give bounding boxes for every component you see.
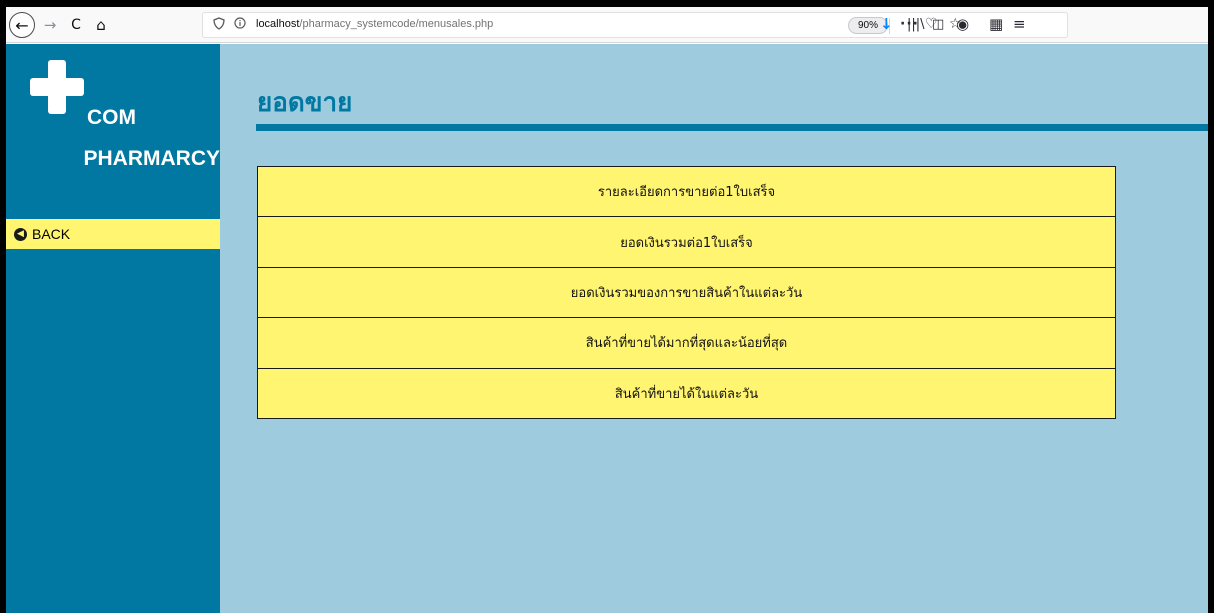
- url-text[interactable]: localhost/pharmacy_systemcode/menusales.…: [256, 18, 493, 30]
- main-content: ยอดขาย รายละเอียดการขายต่อ1ใบเสร็จ ยอดเง…: [220, 44, 1208, 613]
- title-divider: [256, 124, 1208, 131]
- sidebar-toggle-icon[interactable]: ◫: [932, 17, 944, 32]
- menu-item-daily-sales-total[interactable]: ยอดเงินรวมของการขายสินค้าในแต่ละวัน: [258, 267, 1115, 319]
- menu-item-receipt-details[interactable]: รายละเอียดการขายต่อ1ใบเสร็จ: [258, 167, 1115, 218]
- back-button[interactable]: ◀ BACK: [6, 219, 220, 249]
- tracking-shield-icon[interactable]: [213, 17, 225, 33]
- circle-arrow-left-icon: ◀: [14, 227, 27, 241]
- page-body: COM PHARMARCY ◀ BACK ยอดขาย รายละเอียดกา…: [6, 44, 1208, 613]
- brand-line-1: COM: [87, 106, 136, 129]
- menu-item-daily-products-sold[interactable]: สินค้าที่ขายได้ในแต่ละวัน: [258, 368, 1115, 419]
- extensions-icon[interactable]: ▦: [989, 15, 1003, 33]
- browser-toolbar: ← → C ⌂ localhost/pharmacy_systemcode/me…: [6, 7, 1208, 43]
- sidebar: COM PHARMARCY ◀ BACK: [6, 44, 220, 613]
- download-icon[interactable]: ↓: [880, 15, 893, 33]
- brand-line-2: PHARMARCY: [83, 147, 221, 170]
- browser-window: ← → C ⌂ localhost/pharmacy_systemcode/me…: [6, 7, 1208, 613]
- back-arrow-icon[interactable]: ←: [9, 12, 35, 38]
- menu-item-best-worst-sellers[interactable]: สินค้าที่ขายได้มากที่สุดและน้อยที่สุด: [258, 318, 1115, 369]
- pharmacy-cross-logo-icon: [30, 60, 84, 114]
- sales-menu: รายละเอียดการขายต่อ1ใบเสร็จ ยอดเงินรวมต่…: [257, 166, 1116, 419]
- back-button-label: BACK: [32, 226, 71, 242]
- hamburger-menu-icon[interactable]: ≡: [1013, 15, 1026, 33]
- account-icon[interactable]: ◉: [956, 15, 969, 33]
- home-icon[interactable]: ⌂: [90, 13, 112, 37]
- forward-arrow-icon[interactable]: →: [39, 13, 61, 37]
- url-host: localhost: [256, 18, 300, 30]
- url-path: /pharmacy_systemcode/menusales.php: [299, 18, 494, 30]
- page-title: ยอดขาย: [257, 88, 353, 118]
- menu-item-receipt-total[interactable]: ยอดเงินรวมต่อ1ใบเสร็จ: [258, 217, 1115, 268]
- site-info-icon[interactable]: [234, 17, 246, 32]
- library-icon[interactable]: |||\: [907, 17, 925, 32]
- reload-icon[interactable]: C: [65, 13, 87, 37]
